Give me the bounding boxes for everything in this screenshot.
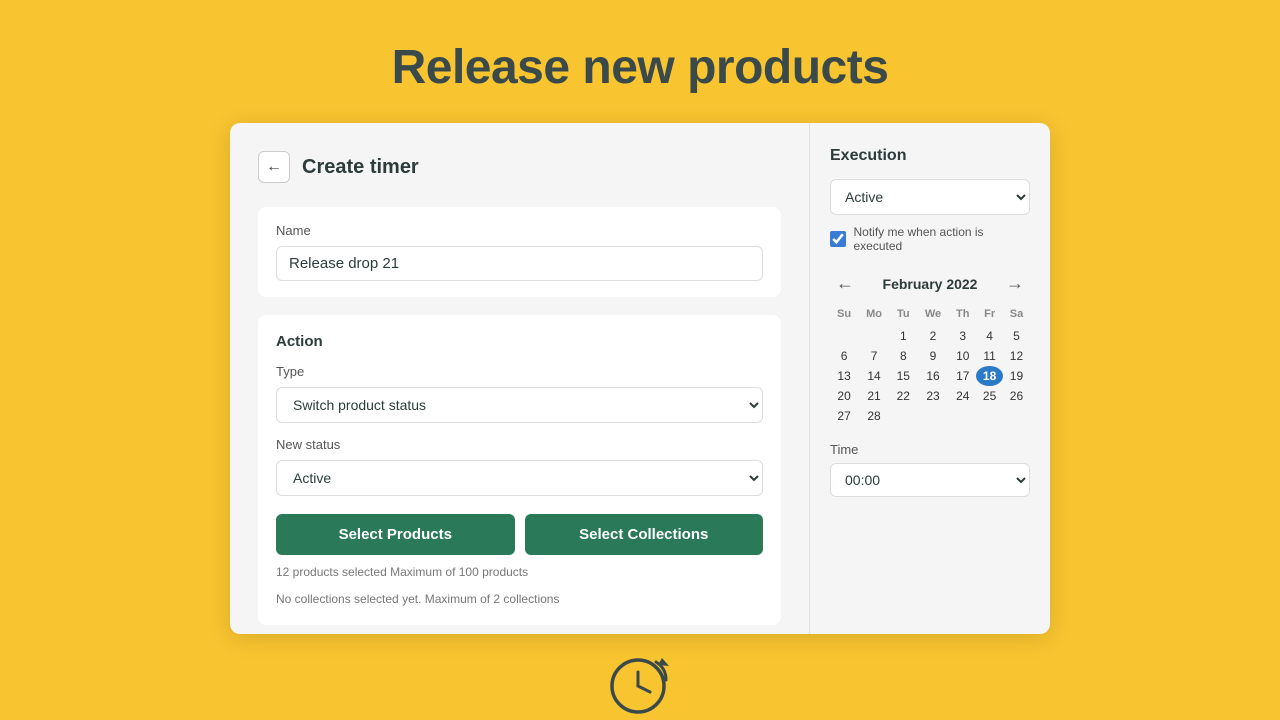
calendar-day-header: Sa (1003, 306, 1030, 326)
action-buttons: Select Products Select Collections (276, 514, 763, 555)
time-label: Time (830, 442, 1030, 457)
calendar-day[interactable]: 18 (976, 366, 1003, 386)
left-panel: ← Create timer Name Action Type Switch p… (230, 123, 810, 634)
calendar-grid: SuMoTuWeThFrSa 1234567891011121314151617… (830, 306, 1030, 426)
calendar-day[interactable]: 6 (830, 346, 858, 366)
calendar-day[interactable]: 14 (858, 366, 890, 386)
calendar-day[interactable]: 25 (976, 386, 1003, 406)
card-title: Create timer (302, 156, 419, 179)
name-label: Name (276, 223, 763, 238)
calendar-day-header: Su (830, 306, 858, 326)
calendar-day[interactable]: 2 (917, 326, 950, 346)
calendar-day[interactable]: 26 (1003, 386, 1030, 406)
notify-row: Notify me when action is executed (830, 225, 1030, 253)
calendar-day-header: Mo (858, 306, 890, 326)
calendar-day (858, 326, 890, 346)
right-panel: Execution Active Inactive Notify me when… (810, 123, 1050, 634)
calendar-day[interactable]: 15 (890, 366, 917, 386)
calendar-day-header: We (917, 306, 950, 326)
calendar-day (1003, 406, 1030, 426)
hint-collections: No collections selected yet. Maximum of … (276, 590, 763, 609)
clock-icon-wrap (604, 648, 676, 720)
calendar-nav: ← February 2022 → (830, 271, 1030, 296)
calendar: ← February 2022 → SuMoTuWeThFrSa 1234567… (830, 271, 1030, 426)
calendar-day[interactable]: 23 (917, 386, 950, 406)
calendar-day (976, 406, 1003, 426)
calendar-day[interactable]: 17 (949, 366, 976, 386)
calendar-day-header: Fr (976, 306, 1003, 326)
calendar-day[interactable]: 19 (1003, 366, 1030, 386)
calendar-day[interactable]: 5 (1003, 326, 1030, 346)
calendar-week-row: 2728 (830, 406, 1030, 426)
calendar-week-row: 6789101112 (830, 346, 1030, 366)
calendar-week-row: 12345 (830, 326, 1030, 346)
select-collections-button[interactable]: Select Collections (525, 514, 764, 555)
calendar-month: February 2022 (883, 276, 978, 292)
notify-label: Notify me when action is executed (854, 225, 1031, 253)
time-select[interactable]: 00:00 (830, 463, 1030, 497)
clock-icon (604, 648, 676, 720)
time-section: Time 00:00 (830, 442, 1030, 497)
calendar-day (917, 406, 950, 426)
status-select[interactable]: Active Draft (276, 460, 763, 496)
calendar-day[interactable]: 16 (917, 366, 950, 386)
calendar-week-row: 13141516171819 (830, 366, 1030, 386)
calendar-day[interactable]: 1 (890, 326, 917, 346)
new-status-label: New status (276, 437, 763, 452)
select-products-button[interactable]: Select Products (276, 514, 515, 555)
back-button[interactable]: ← (258, 151, 290, 183)
card-header: ← Create timer (258, 151, 781, 183)
calendar-day (949, 406, 976, 426)
calendar-day[interactable]: 12 (1003, 346, 1030, 366)
calendar-body: 1234567891011121314151617181920212223242… (830, 326, 1030, 426)
calendar-day[interactable]: 9 (917, 346, 950, 366)
calendar-day[interactable]: 8 (890, 346, 917, 366)
name-input[interactable] (276, 246, 763, 281)
calendar-day[interactable]: 21 (858, 386, 890, 406)
calendar-week-row: 20212223242526 (830, 386, 1030, 406)
calendar-day[interactable]: 7 (858, 346, 890, 366)
calendar-day-header: Th (949, 306, 976, 326)
action-section: Action Type Switch product status New st… (258, 315, 781, 625)
page-title: Release new products (392, 40, 889, 95)
prev-month-button[interactable]: ← (830, 271, 860, 296)
hint-products: 12 products selected Maximum of 100 prod… (276, 563, 763, 582)
calendar-day[interactable]: 4 (976, 326, 1003, 346)
calendar-day[interactable]: 13 (830, 366, 858, 386)
calendar-day[interactable]: 22 (890, 386, 917, 406)
calendar-header-row: SuMoTuWeThFrSa (830, 306, 1030, 326)
calendar-day[interactable]: 20 (830, 386, 858, 406)
calendar-day[interactable]: 10 (949, 346, 976, 366)
type-label: Type (276, 364, 763, 379)
calendar-day (830, 326, 858, 346)
name-field-group: Name (258, 207, 781, 297)
notify-checkbox[interactable] (830, 231, 846, 247)
type-select[interactable]: Switch product status (276, 387, 763, 423)
calendar-day-header: Tu (890, 306, 917, 326)
calendar-day[interactable]: 27 (830, 406, 858, 426)
calendar-day[interactable]: 28 (858, 406, 890, 426)
next-month-button[interactable]: → (1000, 271, 1030, 296)
calendar-day[interactable]: 24 (949, 386, 976, 406)
calendar-day (890, 406, 917, 426)
action-section-label: Action (276, 333, 763, 350)
execution-select[interactable]: Active Inactive (830, 179, 1030, 215)
main-card: ← Create timer Name Action Type Switch p… (230, 123, 1050, 634)
execution-label: Execution (830, 147, 1030, 165)
calendar-day[interactable]: 3 (949, 326, 976, 346)
calendar-day[interactable]: 11 (976, 346, 1003, 366)
